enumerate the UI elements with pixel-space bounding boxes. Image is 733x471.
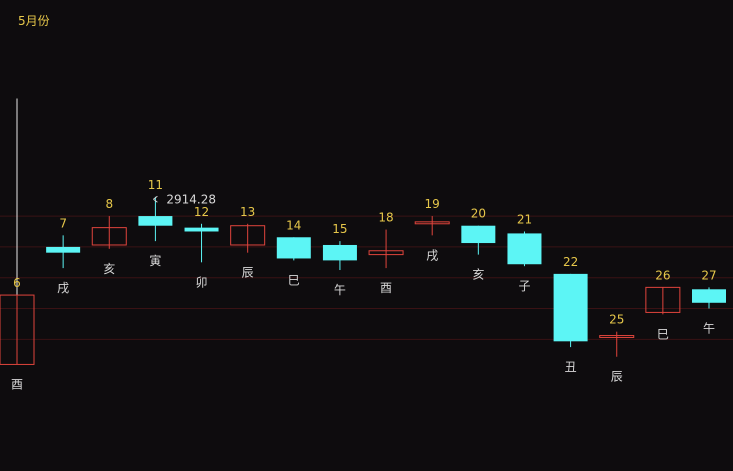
day-label: 25 xyxy=(609,313,624,327)
candle xyxy=(322,241,357,271)
candle xyxy=(414,216,450,236)
candle-body xyxy=(553,273,588,342)
candle xyxy=(692,287,726,309)
day-label: 6 xyxy=(13,276,21,290)
day-label: 22 xyxy=(563,255,578,269)
branch-label: 亥 xyxy=(472,268,484,282)
branch-label: 巳 xyxy=(657,327,669,341)
branch-label: 亥 xyxy=(103,262,115,276)
candle xyxy=(507,231,542,267)
max-price-label: 2914.28 xyxy=(166,192,216,206)
day-label: 13 xyxy=(240,205,255,219)
candle xyxy=(276,237,311,261)
branch-label: 丑 xyxy=(565,360,577,374)
day-label: 21 xyxy=(517,212,532,226)
candle-body xyxy=(322,244,357,261)
day-label: 26 xyxy=(655,268,670,282)
day-label: 15 xyxy=(332,222,347,236)
day-label: 7 xyxy=(59,216,67,230)
month-title: 5月份 xyxy=(18,14,50,28)
candle xyxy=(0,294,35,365)
branch-label: 酉 xyxy=(380,281,392,295)
candle xyxy=(91,216,127,249)
labels-layer: 6 酉 7 戌 8 亥 11 寅 12 卯 13 辰 14 巳 15 午 18 酉 19 戌 20 亥 21 子 22 丑 25 辰 2… xyxy=(11,178,717,392)
branch-label: 酉 xyxy=(11,377,23,391)
day-label: 11 xyxy=(148,178,163,192)
candle-body xyxy=(138,216,173,226)
candle-body xyxy=(692,289,726,303)
day-label: 27 xyxy=(701,268,716,282)
branch-label: 辰 xyxy=(611,370,623,384)
day-label: 8 xyxy=(105,197,113,211)
branch-label: 戌 xyxy=(57,281,69,295)
branch-label: 午 xyxy=(334,283,346,297)
candle xyxy=(368,229,404,269)
candle xyxy=(184,223,219,263)
branch-label: 辰 xyxy=(242,266,254,280)
branch-label: 巳 xyxy=(288,273,300,287)
day-label: 18 xyxy=(378,211,393,225)
candle xyxy=(553,273,588,348)
day-label: 20 xyxy=(471,207,486,221)
candle-body xyxy=(46,246,81,253)
candle xyxy=(230,223,266,253)
day-label: 12 xyxy=(194,205,209,219)
candle xyxy=(599,331,635,357)
branch-label: 戌 xyxy=(426,248,438,262)
day-label: 19 xyxy=(425,197,440,211)
candle-body xyxy=(461,225,496,244)
candle-body xyxy=(507,233,542,265)
branch-label: 寅 xyxy=(149,253,161,268)
candle xyxy=(645,286,681,315)
branch-label: 子 xyxy=(518,279,530,293)
candle-body xyxy=(184,227,219,232)
candle xyxy=(461,225,496,255)
branch-label: 卯 xyxy=(196,275,208,289)
candle xyxy=(46,235,81,269)
branch-label: 午 xyxy=(703,322,715,336)
candlestick-chart: 6 酉 7 戌 8 亥 11 寅 12 卯 13 辰 14 巳 15 午 18 酉 19 戌 20 亥 21 子 22 丑 25 辰 2… xyxy=(0,14,733,392)
day-label: 14 xyxy=(286,218,301,232)
candle-body xyxy=(276,237,311,259)
